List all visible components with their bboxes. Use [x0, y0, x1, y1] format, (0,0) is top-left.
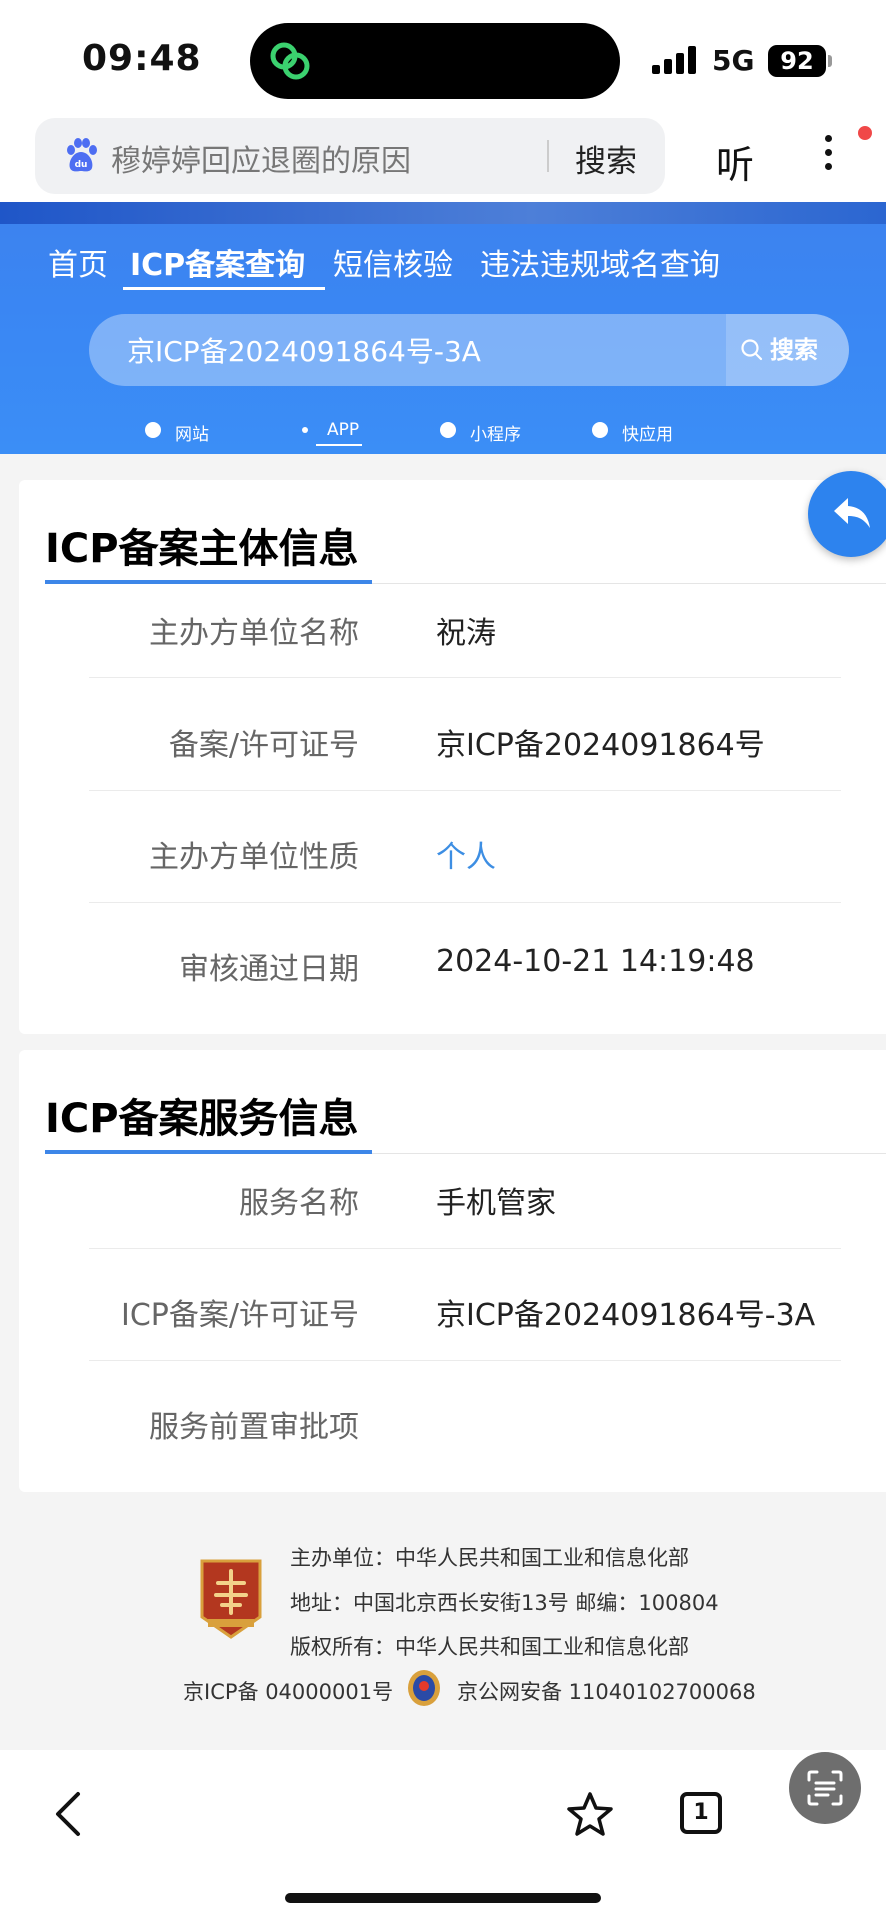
row-label: 服务名称 — [239, 1186, 359, 1221]
row-label: 备案/许可证号 — [168, 728, 359, 763]
radio-label-website[interactable]: 网站 — [175, 420, 209, 445]
row-label: 服务前置审批项 — [149, 1410, 359, 1445]
svg-text:du: du — [75, 160, 88, 170]
entity-type-link[interactable]: 个人 — [436, 832, 496, 876]
gov-emblem-icon — [200, 1559, 262, 1639]
browser-toolbar: du 穆婷婷回应退圈的原因 搜索 听 — [0, 118, 886, 202]
listen-button[interactable]: 听 — [716, 134, 754, 189]
footer-address: 地址：中国北京西长安街13号 邮编：100804 — [290, 1591, 719, 1615]
share-back-button[interactable] — [808, 471, 886, 557]
status-time: 09:48 — [82, 38, 202, 79]
home-indicator[interactable] — [285, 1893, 601, 1903]
icp-query-input[interactable]: 京ICP备2024091864号-3A — [127, 330, 481, 370]
footer-organizer: 主办单位：中华人民共和国工业和信息化部 — [290, 1546, 689, 1570]
row-label: 审核通过日期 — [179, 952, 359, 987]
row-value: 京ICP备2024091864号-3A — [436, 1298, 816, 1333]
row-divider — [89, 677, 841, 678]
title-divider — [372, 1153, 886, 1154]
more-menu-icon[interactable] — [818, 130, 838, 180]
browser-search-button[interactable]: 搜索 — [575, 136, 637, 181]
nav-home[interactable]: 首页 — [48, 240, 108, 284]
radio-app[interactable] — [297, 422, 313, 438]
row-divider — [89, 1360, 841, 1361]
entity-info-title: ICP备案主体信息 — [45, 526, 359, 572]
search-icon — [741, 339, 763, 361]
footer-icp-link[interactable]: 京ICP备 04000001号 — [183, 1676, 393, 1706]
service-info-title: ICP备案服务信息 — [45, 1096, 359, 1142]
notification-dot — [858, 126, 872, 140]
row-label: ICP备案/许可证号 — [121, 1298, 359, 1333]
reply-arrow-icon — [834, 498, 870, 528]
police-badge-icon — [408, 1670, 440, 1706]
browser-search-box[interactable]: du 穆婷婷回应退圈的原因 搜索 — [35, 118, 665, 194]
wechat-link-icon — [270, 42, 310, 80]
row-value: 京ICP备2024091864号 — [436, 728, 765, 763]
nav-active-underline — [123, 287, 325, 290]
icp-search-button[interactable]: 搜索 — [726, 314, 849, 386]
battery-cap — [828, 55, 832, 67]
radio-label-quick-app[interactable]: 快应用 — [622, 420, 673, 445]
battery-level: 92 — [768, 45, 826, 77]
browser-search-query[interactable]: 穆婷婷回应退圈的原因 — [111, 136, 411, 180]
tabs-count-button[interactable]: 1 — [680, 1792, 722, 1834]
row-divider — [89, 1248, 841, 1249]
header-banner-strip — [0, 202, 886, 224]
status-bar: 09:48 5G 92 — [0, 0, 886, 118]
scan-button[interactable] — [789, 1752, 861, 1824]
radio-mini-program[interactable] — [440, 422, 456, 438]
row-value: 手机管家 — [436, 1186, 556, 1221]
row-divider — [89, 902, 841, 903]
title-accent-bar — [45, 1150, 372, 1154]
row-label: 主办方单位性质 — [149, 840, 359, 875]
footer-copyright: 版权所有：中华人民共和国工业和信息化部 — [290, 1635, 689, 1659]
radio-label-mini-program[interactable]: 小程序 — [470, 420, 521, 445]
row-value: 2024-10-21 14:19:48 — [436, 944, 755, 979]
radio-quick-app[interactable] — [592, 422, 608, 438]
row-label: 主办方单位名称 — [149, 616, 359, 651]
footer-police-link[interactable]: 京公网安备 11040102700068 — [457, 1676, 756, 1706]
back-arrow-icon[interactable] — [48, 1790, 88, 1838]
row-divider — [89, 790, 841, 791]
title-divider — [372, 583, 886, 584]
radio-label-app[interactable]: APP — [327, 420, 359, 440]
radio-website[interactable] — [145, 422, 161, 438]
radio-selected-underline — [316, 444, 362, 446]
nav-illegal-domain[interactable]: 违法违规域名查询 — [480, 240, 720, 284]
service-info-card: ICP备案服务信息 服务名称 手机管家 ICP备案/许可证号 京ICP备2024… — [19, 1050, 886, 1492]
nav-sms-verify[interactable]: 短信核验 — [333, 240, 453, 284]
icp-header: 首页 ICP备案查询 短信核验 违法违规域名查询 京ICP备2024091864… — [0, 202, 886, 454]
network-type: 5G — [712, 44, 755, 77]
baidu-paw-icon: du — [67, 138, 97, 172]
entity-info-card: ICP备案主体信息 主办方单位名称 祝涛 备案/许可证号 京ICP备202409… — [19, 480, 886, 1034]
title-accent-bar — [45, 580, 372, 584]
icp-search-label: 搜索 — [770, 336, 818, 364]
dynamic-island — [250, 23, 620, 99]
nav-icp-query[interactable]: ICP备案查询 — [130, 240, 305, 284]
search-divider — [547, 140, 549, 172]
cellular-signal-icon — [652, 46, 696, 74]
row-value: 祝涛 — [436, 616, 496, 651]
icp-query-box[interactable]: 京ICP备2024091864号-3A 搜索 — [89, 314, 849, 386]
scan-icon — [807, 1770, 843, 1806]
bookmark-star-icon[interactable] — [566, 1790, 614, 1838]
